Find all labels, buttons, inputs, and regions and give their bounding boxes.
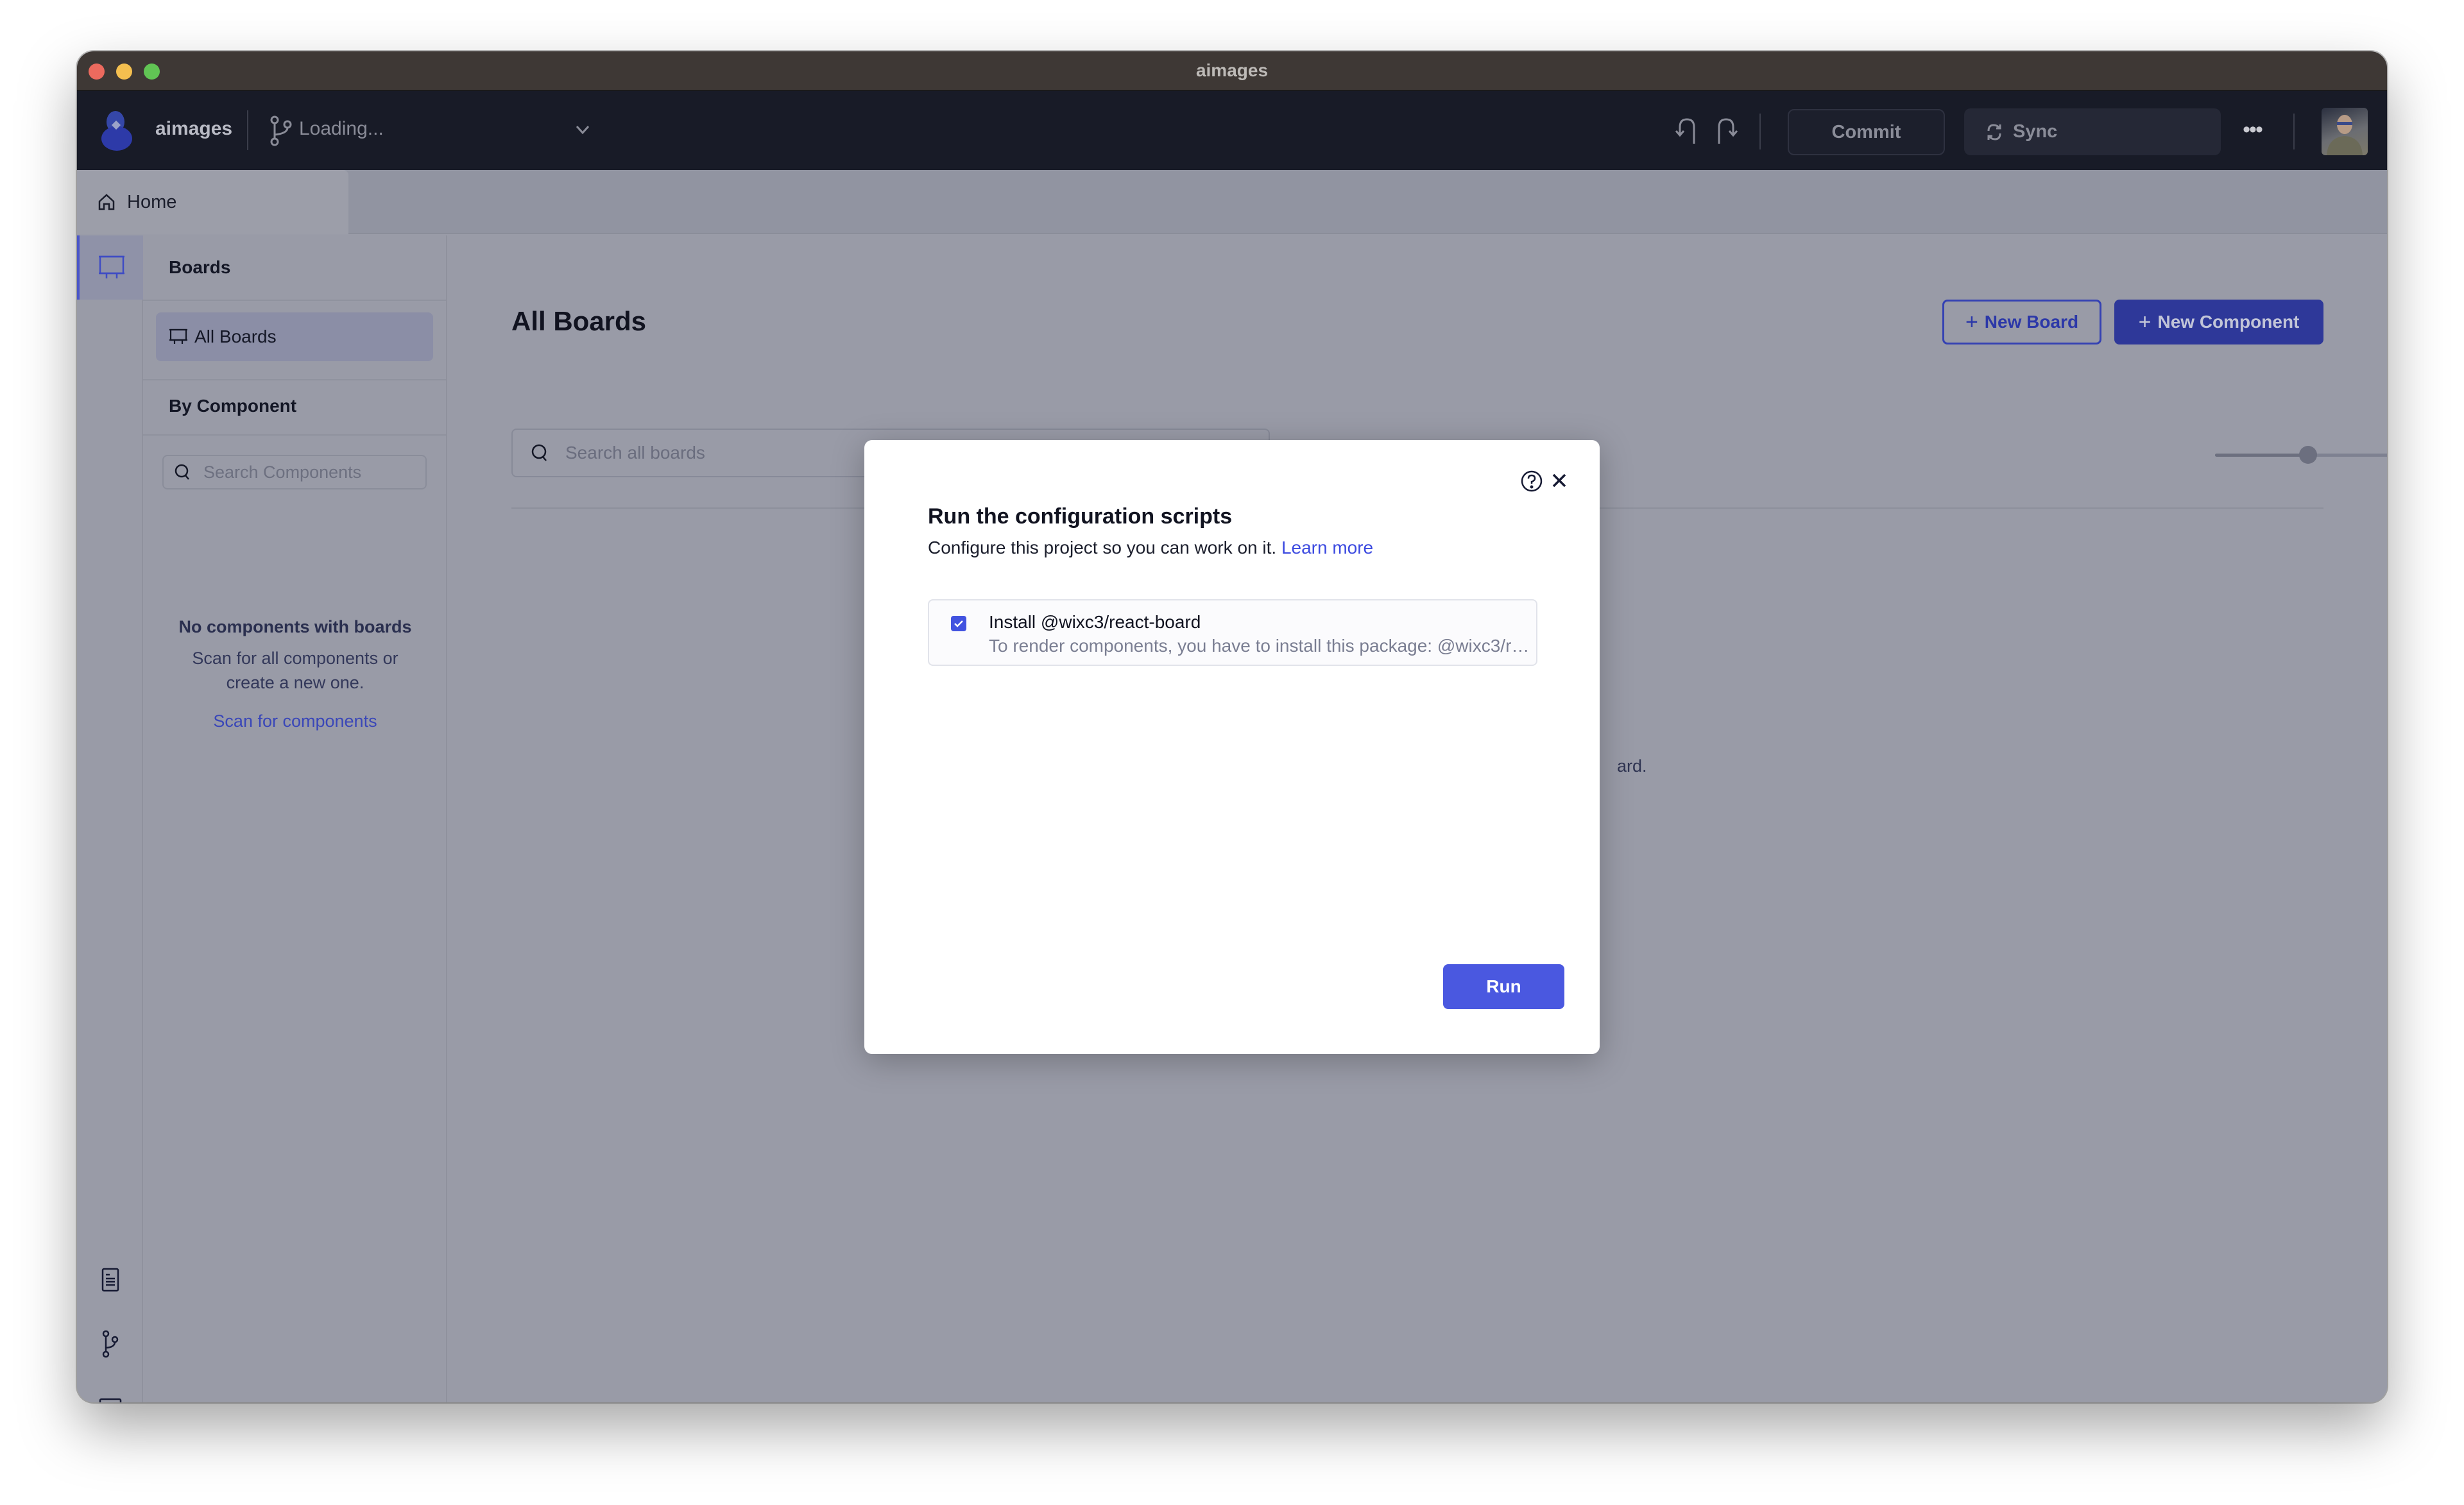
tab-home[interactable]: Home [77, 170, 348, 234]
easel-icon [169, 328, 187, 344]
commit-button[interactable]: Commit [1788, 109, 1945, 155]
rail-item-documents[interactable] [77, 1254, 143, 1305]
new-component-label: New Component [2157, 312, 2300, 332]
script-name: Install @wixc3/react-board [989, 612, 1201, 632]
empty-components-state: No components with boards Scan for all c… [143, 617, 447, 731]
close-window-button[interactable] [89, 64, 105, 80]
git-branch-icon [102, 1330, 118, 1358]
new-board-button[interactable]: + New Board [1942, 300, 2101, 344]
toolbar-divider [2293, 114, 2295, 149]
plus-icon: + [2138, 309, 2152, 334]
document-icon [101, 1268, 119, 1292]
redo-icon[interactable] [1710, 115, 1738, 145]
new-board-label: New Board [1984, 312, 2079, 332]
zoom-slider-fill [2215, 454, 2308, 457]
toolbar-divider [247, 110, 248, 150]
sidebar-item-all-boards[interactable]: All Boards [156, 312, 433, 361]
empty-boards-hint: ard. [1617, 756, 1647, 776]
search-icon [175, 464, 189, 480]
zoom-slider-thumb[interactable] [2299, 446, 2317, 464]
home-icon [98, 194, 115, 210]
script-checkbox[interactable] [951, 616, 966, 631]
close-icon[interactable] [1550, 471, 1569, 490]
divider [143, 434, 446, 436]
tab-bar: Home [77, 170, 2387, 234]
dialog-title: Run the configuration scripts [928, 504, 1233, 529]
help-circle-icon[interactable] [1520, 470, 1543, 493]
sync-button-label: Sync [2013, 121, 2058, 142]
scan-for-components-link[interactable]: Scan for components [213, 711, 377, 731]
dialog-subtitle-text: Configure this project so you can work o… [928, 538, 1277, 557]
config-scripts-dialog: Run the configuration scripts Configure … [864, 440, 1600, 1054]
page-title: All Boards [511, 306, 647, 336]
toolbar: aimages Loading... Commit Sync ••• [77, 91, 2387, 170]
window-controls [89, 64, 160, 80]
by-component-section-title: By Component [169, 396, 297, 416]
window-title: aimages [1195, 60, 1269, 80]
git-branch-icon [270, 115, 292, 146]
minimize-window-button[interactable] [116, 64, 132, 80]
search-boards-placeholder: Search all boards [565, 443, 705, 463]
chevron-down-icon[interactable] [573, 122, 592, 137]
terminal-icon [99, 1398, 121, 1402]
user-photo-icon [2327, 115, 2363, 155]
commit-button-label: Commit [1831, 121, 1901, 142]
rail-item-terminal[interactable] [77, 1382, 143, 1402]
boards-section-title: Boards [169, 257, 231, 277]
run-button-label: Run [1486, 976, 1521, 996]
plus-icon: + [1965, 309, 1978, 334]
run-button[interactable]: Run [1443, 964, 1564, 1009]
maximize-window-button[interactable] [144, 64, 160, 80]
empty-state-title: No components with boards [178, 617, 412, 636]
sync-icon [1987, 123, 2001, 140]
more-options-button[interactable]: ••• [2233, 117, 2272, 142]
divider [143, 379, 446, 380]
search-components-placeholder: Search Components [203, 462, 362, 482]
icon-rail [77, 235, 143, 1402]
dialog-subtitle: Configure this project so you can work o… [928, 538, 1373, 558]
project-name[interactable]: aimages [155, 118, 232, 140]
empty-state-line1: Scan for all components or [192, 649, 398, 668]
script-description: To render components, you have to instal… [989, 636, 1534, 656]
all-boards-label: All Boards [194, 327, 277, 346]
user-avatar[interactable] [2322, 108, 2368, 155]
undo-icon[interactable] [1675, 115, 1703, 145]
divider [143, 300, 446, 301]
easel-icon [98, 255, 124, 278]
learn-more-link[interactable]: Learn more [1281, 538, 1373, 557]
rail-item-source-control[interactable] [77, 1318, 143, 1370]
tab-home-label: Home [127, 191, 177, 212]
script-item[interactable]: Install @wixc3/react-board To render com… [928, 599, 1537, 666]
branch-selector-label[interactable]: Loading... [299, 118, 384, 140]
rail-item-boards[interactable] [77, 235, 143, 300]
title-bar: aimages [77, 51, 2387, 91]
empty-state-line2: create a new one. [226, 673, 364, 692]
search-icon [531, 444, 547, 461]
check-icon [954, 620, 963, 627]
new-component-button[interactable]: + New Component [2114, 300, 2323, 344]
zoom-slider[interactable] [2215, 446, 2387, 464]
boards-sidebar: Boards All Boards By Component Search Co… [143, 235, 447, 1402]
toolbar-divider [1759, 114, 1761, 149]
search-components-input[interactable]: Search Components [162, 455, 427, 489]
app-logo-icon [101, 111, 132, 151]
sync-button[interactable]: Sync [1964, 108, 2221, 155]
